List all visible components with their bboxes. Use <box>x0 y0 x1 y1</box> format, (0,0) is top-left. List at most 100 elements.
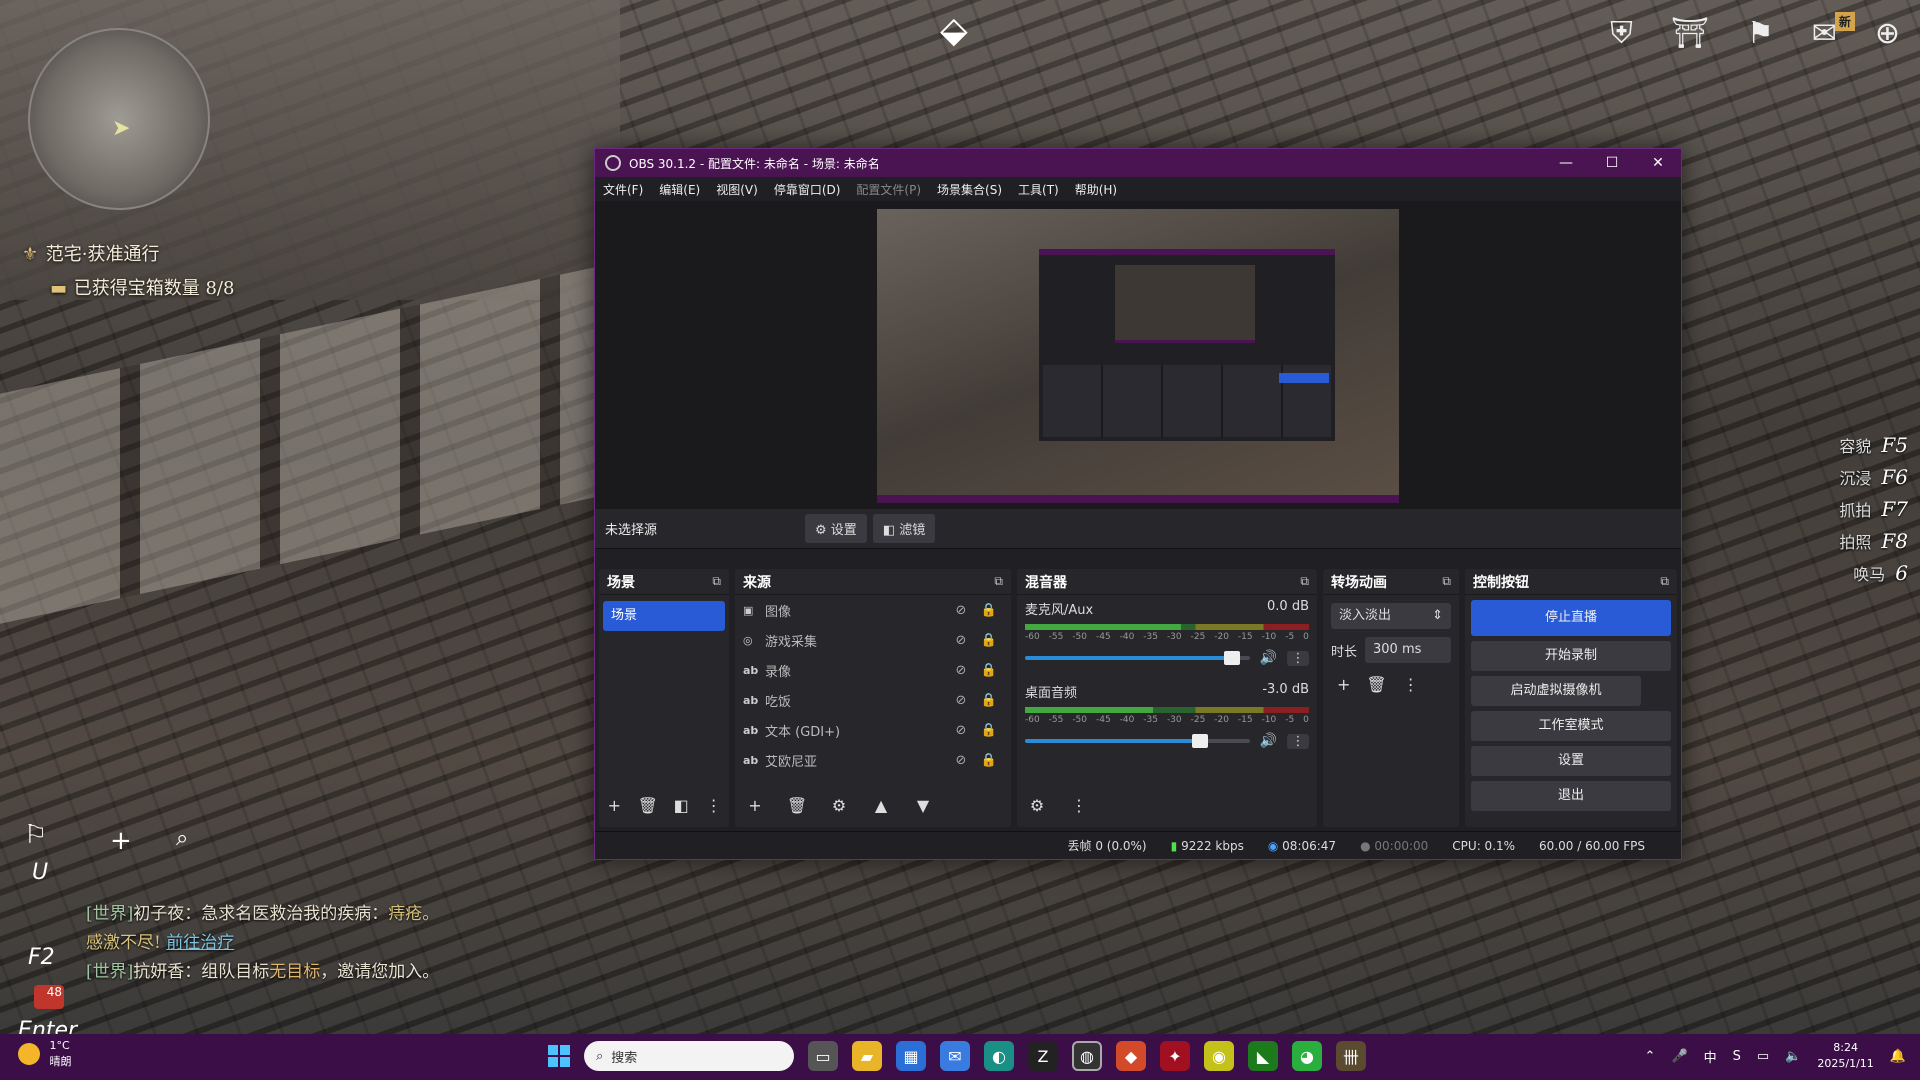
start-virtual-camera-button[interactable]: 启动虚拟摄像机 <box>1471 676 1641 706</box>
visibility-icon[interactable]: ⊘ <box>947 663 975 678</box>
lock-icon[interactable]: 🔒 <box>975 603 1003 618</box>
compass-icon[interactable]: ⬙ <box>940 10 968 51</box>
wechat-icon[interactable]: ◕ <box>1292 1041 1322 1071</box>
ime-indicator[interactable]: 中 <box>1704 1047 1717 1066</box>
remove-scene-button[interactable]: 🗑 <box>638 793 658 819</box>
source-item[interactable]: ab 文本 (GDI+) ⊘ 🔒 <box>735 715 1011 745</box>
task-view-icon[interactable]: ▭ <box>808 1041 838 1071</box>
lock-icon[interactable]: 🔒 <box>975 633 1003 648</box>
menu-profile[interactable]: 配置文件(P) <box>856 181 921 198</box>
stop-streaming-button[interactable]: 停止直播 <box>1471 600 1671 636</box>
hotkey-item[interactable]: 抓拍 F7 <box>1839 494 1908 526</box>
undock-icon[interactable]: ⧉ <box>1300 574 1309 589</box>
menu-view[interactable]: 视图(V) <box>716 181 758 198</box>
game-icon[interactable]: ✦ <box>1160 1041 1190 1071</box>
visibility-icon[interactable]: ⊘ <box>947 753 975 768</box>
close-button[interactable]: ✕ <box>1635 155 1681 171</box>
hotkey-item[interactable]: 拍照 F8 <box>1839 526 1908 558</box>
map-icon[interactable]: ⚑ <box>1747 16 1774 51</box>
source-item[interactable]: ◎ 游戏采集 ⊘ 🔒 <box>735 625 1011 655</box>
transition-more-button[interactable]: ⋮ <box>1403 675 1419 694</box>
visibility-icon[interactable]: ⊘ <box>947 603 975 618</box>
game-launcher-icon[interactable]: ◆ <box>1116 1041 1146 1071</box>
visibility-icon[interactable]: ⊘ <box>947 693 975 708</box>
minimize-button[interactable]: — <box>1543 155 1589 171</box>
remove-transition-button[interactable]: 🗑 <box>1366 675 1386 694</box>
add-transition-button[interactable]: + <box>1337 675 1350 694</box>
nvidia-icon[interactable]: ◣ <box>1248 1041 1278 1071</box>
hotkey-item[interactable]: 唤马 6 <box>1839 558 1908 590</box>
volume-slider[interactable] <box>1025 734 1250 748</box>
mic-icon[interactable]: 🎤 <box>1671 1049 1687 1064</box>
volume-knob[interactable] <box>1223 651 1240 665</box>
source-item[interactable]: ab 吃饭 ⊘ 🔒 <box>735 685 1011 715</box>
network-icon[interactable]: ▭ <box>1757 1049 1769 1064</box>
channel-menu-button[interactable]: ⋮ <box>1287 650 1309 666</box>
clock[interactable]: 8:24 2025/1/11 <box>1817 1040 1873 1072</box>
undock-icon[interactable]: ⧉ <box>1660 574 1669 589</box>
audio-settings-button[interactable]: ⚙ <box>1023 793 1051 819</box>
minimap[interactable]: ➤ <box>28 28 210 210</box>
windows-start-icon[interactable] <box>548 1045 570 1067</box>
transition-select[interactable]: 淡入淡出 ⇕ <box>1331 603 1451 629</box>
mail-badge[interactable]: 48 <box>34 985 64 1009</box>
undock-icon[interactable]: ⧉ <box>1442 574 1451 589</box>
source-item[interactable]: ▣ 图像 ⊘ 🔒 <box>735 595 1011 625</box>
flag-icon[interactable]: ⚐ <box>24 820 47 850</box>
source-filters-button[interactable]: ◧ 滤镜 <box>872 514 936 543</box>
settings-button[interactable]: 设置 <box>1471 746 1671 776</box>
app-yellow-icon[interactable]: ◉ <box>1204 1041 1234 1071</box>
visibility-icon[interactable]: ⊘ <box>947 633 975 648</box>
scene-item[interactable]: 场景 <box>603 601 725 631</box>
scene-more-button[interactable]: ⋮ <box>704 793 723 819</box>
source-item[interactable]: ab 艾欧尼亚 ⊘ 🔒 <box>735 745 1011 775</box>
visibility-icon[interactable]: ⊘ <box>947 723 975 738</box>
title-bar[interactable]: OBS 30.1.2 - 配置文件: 未命名 - 场景: 未命名 — ☐ ✕ <box>595 149 1681 177</box>
add-source-button[interactable]: + <box>741 793 769 819</box>
start-recording-button[interactable]: 开始录制 <box>1471 641 1671 671</box>
quest-tracker[interactable]: ⚜ 范宅·获准通行 ▬ 已获得宝箱数量 8/8 <box>22 240 234 300</box>
remove-source-button[interactable]: 🗑 <box>783 793 811 819</box>
search-icon[interactable]: ⌕ <box>176 826 188 851</box>
speaker-icon[interactable]: 🔊 <box>1260 733 1277 749</box>
file-explorer-icon[interactable]: ▰ <box>852 1041 882 1071</box>
add-scene-button[interactable]: + <box>605 793 624 819</box>
menu-edit[interactable]: 编辑(E) <box>659 181 700 198</box>
move-up-button[interactable]: ▲ <box>867 793 895 819</box>
add-icon[interactable]: + <box>110 826 132 856</box>
program-preview[interactable] <box>877 209 1399 503</box>
game-app-icon[interactable]: 卌 <box>1336 1041 1366 1071</box>
hotkey-item[interactable]: 沉浸 F6 <box>1839 462 1908 494</box>
edge-icon[interactable]: ◐ <box>984 1041 1014 1071</box>
lock-icon[interactable]: 🔒 <box>975 723 1003 738</box>
chat-link[interactable]: 前往治疗 <box>166 933 234 953</box>
mail-icon[interactable]: ✉ <box>940 1041 970 1071</box>
scene-filter-button[interactable]: ◧ <box>672 793 691 819</box>
lock-icon[interactable]: 🔒 <box>975 753 1003 768</box>
taskbar-search[interactable]: ⌕ 搜索 <box>584 1041 794 1071</box>
preview-area[interactable] <box>595 201 1681 509</box>
hotkey-item[interactable]: 容貌 F5 <box>1839 430 1908 462</box>
source-item[interactable]: ab 录像 ⊘ 🔒 <box>735 655 1011 685</box>
move-down-button[interactable]: ▼ <box>909 793 937 819</box>
undock-icon[interactable]: ⧉ <box>712 574 721 589</box>
channel-menu-button[interactable]: ⋮ <box>1287 733 1309 749</box>
source-properties-button[interactable]: ⚙ <box>825 793 853 819</box>
volume-slider[interactable] <box>1025 651 1250 665</box>
menu-scene-collection[interactable]: 场景集合(S) <box>937 181 1002 198</box>
shop-icon[interactable]: ⛩ <box>1671 16 1709 51</box>
speaker-icon[interactable]: 🔊 <box>1260 650 1277 666</box>
sogou-icon[interactable]: S <box>1733 1049 1741 1064</box>
menu-tools[interactable]: 工具(T) <box>1018 181 1059 198</box>
menu-file[interactable]: 文件(F) <box>603 181 643 198</box>
weather-widget[interactable]: 1°C 晴朗 <box>18 1038 72 1070</box>
undock-icon[interactable]: ⧉ <box>994 574 1003 589</box>
source-settings-button[interactable]: ⚙ 设置 <box>805 514 867 543</box>
volume-knob[interactable] <box>1192 734 1209 748</box>
menu-docks[interactable]: 停靠窗口(D) <box>774 181 841 198</box>
lock-icon[interactable]: 🔒 <box>975 663 1003 678</box>
store-icon[interactable]: ▦ <box>896 1041 926 1071</box>
studio-mode-button[interactable]: 工作室模式 <box>1471 711 1671 741</box>
events-icon[interactable]: ✉ 新 <box>1812 12 1855 51</box>
shield-icon[interactable]: ⛨ <box>1610 16 1633 51</box>
